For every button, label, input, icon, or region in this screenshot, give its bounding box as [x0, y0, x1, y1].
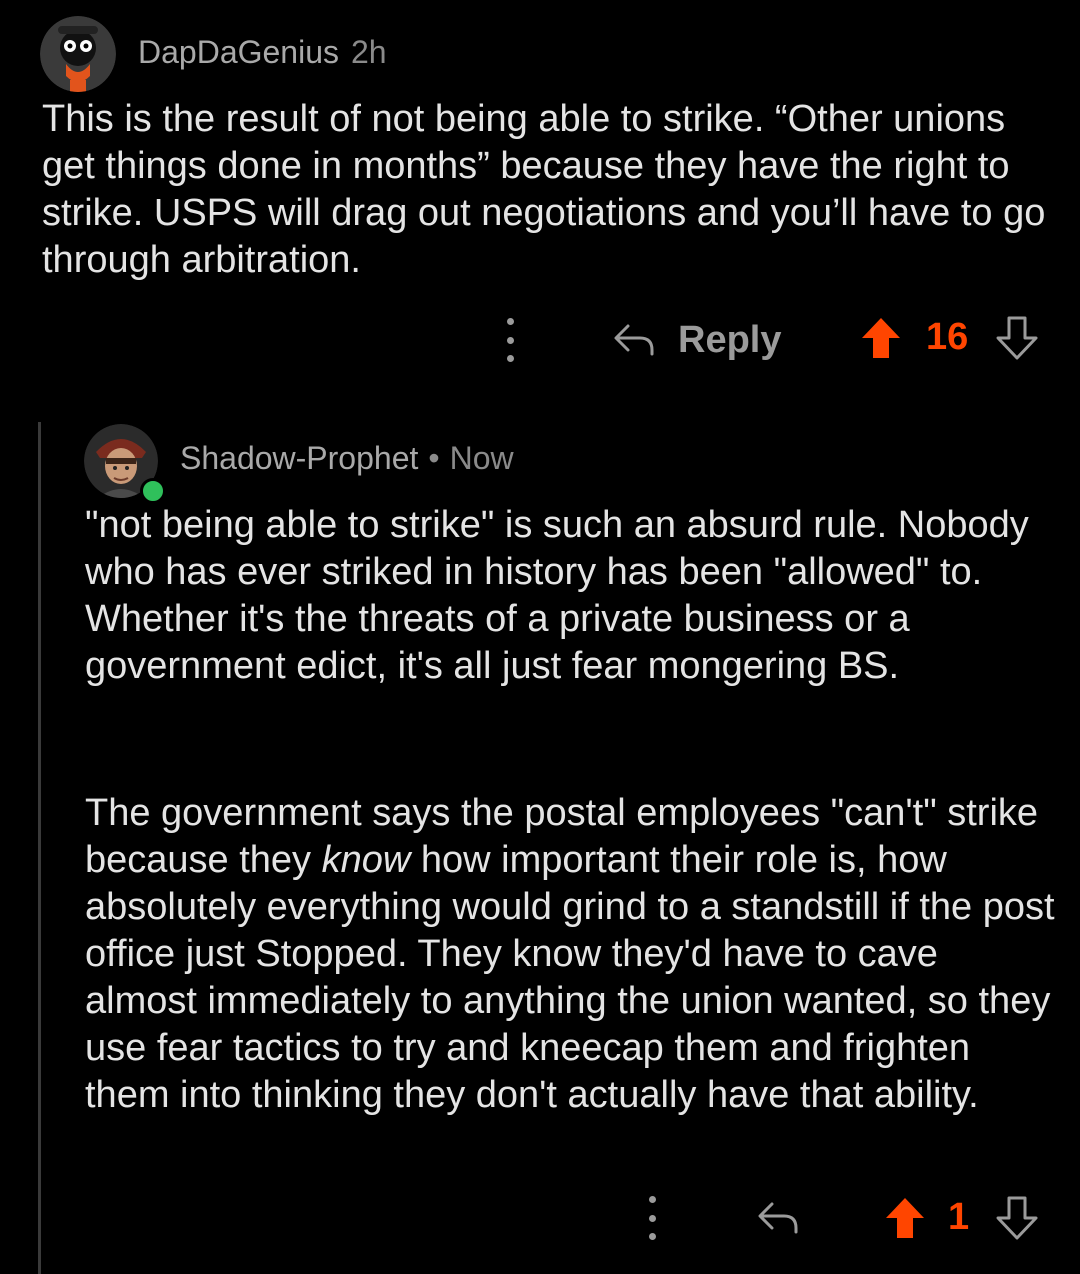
upvote-arrow-icon	[862, 318, 900, 358]
downvote-button[interactable]	[996, 316, 1038, 360]
more-options-icon[interactable]	[500, 318, 520, 362]
comment-paragraph: "not being able to strike" is such an ab…	[85, 504, 1029, 687]
reply-label: Reply	[678, 318, 782, 361]
vote-count: 16	[926, 316, 969, 358]
avatar[interactable]	[40, 16, 116, 92]
avatar-image	[40, 16, 116, 92]
reply-arrow-icon	[614, 324, 654, 356]
downvote-arrow-icon	[996, 1196, 1038, 1240]
upvote-button[interactable]	[860, 316, 902, 360]
comment-paragraph: The government says the postal employees…	[85, 790, 1060, 1119]
reply-button[interactable]	[756, 1198, 802, 1238]
upvote-button[interactable]	[884, 1196, 926, 1240]
comment-header: Shadow-Prophet • Now	[180, 436, 514, 480]
upvote-arrow-icon	[886, 1198, 924, 1238]
reply-arrow-icon	[758, 1202, 798, 1234]
more-options-icon[interactable]	[642, 1196, 662, 1240]
downvote-button[interactable]	[996, 1196, 1038, 1240]
username[interactable]: Shadow-Prophet	[180, 440, 418, 477]
thread-line[interactable]	[38, 422, 41, 1274]
downvote-arrow-icon	[996, 316, 1038, 360]
username[interactable]: DapDaGenius	[138, 34, 339, 71]
timestamp: Now	[449, 439, 514, 476]
comment-header: DapDaGenius 2h	[138, 30, 387, 74]
vote-count: 1	[948, 1196, 970, 1238]
emphasis-text: know	[321, 839, 411, 881]
separator-dot: •	[428, 439, 440, 476]
online-status-indicator	[140, 478, 166, 504]
reply-button[interactable]: Reply	[612, 314, 781, 366]
comment-body: This is the result of not being able to …	[42, 98, 1046, 281]
timestamp: 2h	[351, 33, 387, 70]
